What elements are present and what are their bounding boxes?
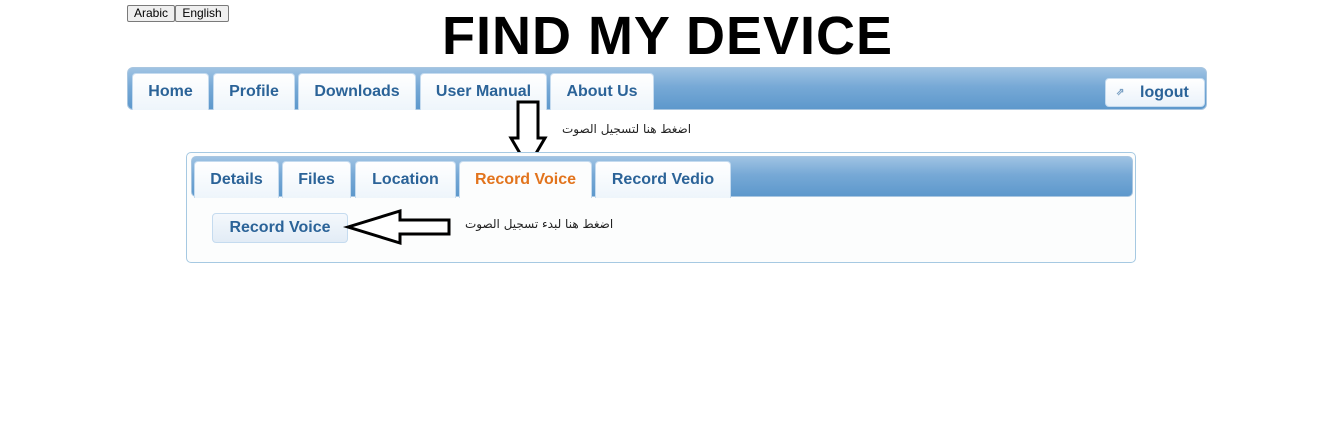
tab-details[interactable]: Details	[194, 161, 279, 198]
tab-files[interactable]: Files	[282, 161, 351, 198]
tab-record-vedio[interactable]: Record Vedio	[595, 161, 731, 198]
arrow-left-icon	[342, 208, 451, 246]
record-voice-button[interactable]: Record Voice	[212, 213, 348, 243]
main-navigation: Home Profile Downloads User Manual About…	[127, 67, 1207, 110]
nav-tab-about-us[interactable]: About Us	[550, 73, 654, 110]
external-link-icon: ⇗	[1116, 87, 1125, 98]
page-title: FIND MY DEVICE	[441, 6, 894, 66]
record-tab-hint: اضغط هنا لتسجيل الصوت	[562, 122, 692, 136]
tab-location[interactable]: Location	[355, 161, 456, 198]
nav-tab-home[interactable]: Home	[132, 73, 209, 110]
device-tabs: Details Files Location Record Voice Reco…	[191, 156, 1133, 198]
tab-record-voice[interactable]: Record Voice	[459, 161, 592, 198]
nav-tab-downloads[interactable]: Downloads	[298, 73, 416, 110]
nav-tab-profile[interactable]: Profile	[213, 73, 295, 110]
record-button-hint: اضغط هنا لبدء تسجيل الصوت	[465, 217, 614, 231]
logout-button[interactable]: ⇗ logout	[1105, 78, 1205, 107]
device-panel: Details Files Location Record Voice Reco…	[186, 152, 1136, 263]
logout-label: logout	[1140, 84, 1189, 101]
